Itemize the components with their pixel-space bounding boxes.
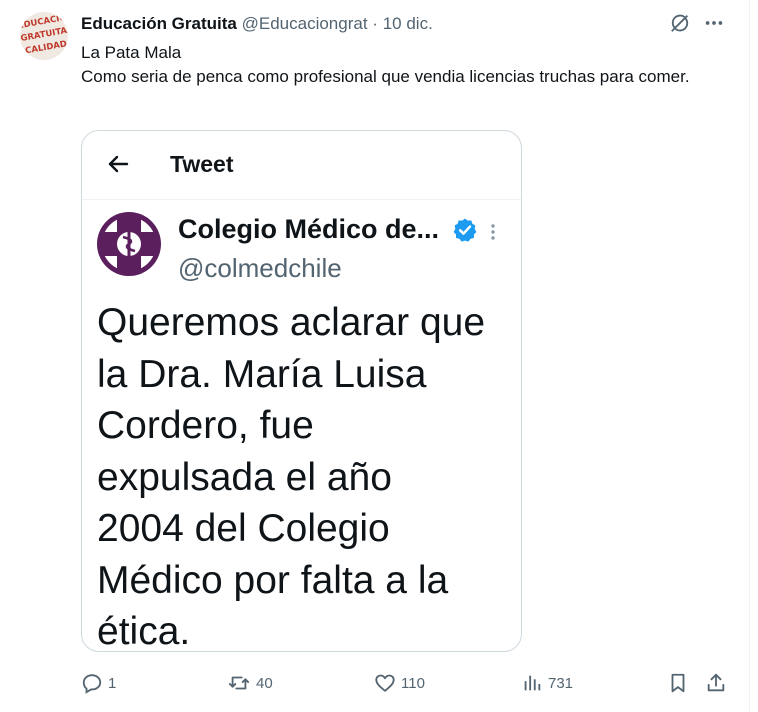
back-arrow-icon — [106, 152, 130, 181]
screenshot-title: Tweet — [170, 151, 234, 177]
bookmark-icon — [667, 672, 689, 694]
action-bar: 1 40 110 731 — [81, 668, 731, 698]
tweet-header: Educación Gratuita @Educaciongrat · 10 d… — [81, 13, 433, 35]
reply-button[interactable]: 1 — [81, 668, 116, 698]
tweet-date[interactable]: 10 dic. — [383, 14, 433, 33]
tweet-text-line: La Pata Mala — [81, 43, 182, 62]
retweet-icon — [227, 672, 251, 694]
author-name[interactable]: Educación Gratuita — [81, 14, 237, 33]
views-count: 731 — [548, 674, 574, 692]
reply-icon — [81, 672, 103, 694]
quoted-text-line: 2004 del Colegio — [97, 507, 390, 550]
share-icon — [705, 672, 727, 694]
kebab-icon — [490, 223, 496, 246]
quoted-account-handle: @colmedchile — [178, 253, 342, 283]
share-button[interactable] — [705, 668, 727, 698]
like-icon — [374, 672, 396, 694]
avatar[interactable]: EDUCACIÓN GRATUITA CALIDAD — [20, 12, 68, 60]
screenshot-header: Tweet — [82, 131, 521, 200]
views-icon — [521, 672, 543, 694]
quoted-tweet-text: Queremos aclarar que la Dra. María Luisa… — [97, 297, 507, 652]
tweet-text-line: Como seria de penca como profesional que… — [81, 67, 690, 86]
grok-icon[interactable] — [669, 12, 691, 34]
avatar-logo-text: EDUCACIÓN GRATUITA CALIDAD — [20, 12, 68, 57]
quoted-text-line: expulsada el año — [97, 455, 392, 499]
retweet-button[interactable]: 40 — [227, 668, 273, 698]
quoted-text-line: Queremos aclarar que — [97, 301, 486, 344]
tweet-text: La Pata Mala Como seria de penca como pr… — [81, 41, 721, 89]
author-handle[interactable]: @Educaciongrat — [242, 14, 368, 33]
reply-count: 1 — [108, 674, 117, 692]
retweet-count: 40 — [256, 674, 273, 692]
top-icons — [669, 12, 725, 34]
quoted-account-name: Colegio Médico de... — [178, 214, 440, 244]
quoted-text-line: Cordero, fue — [97, 404, 314, 447]
verified-badge-icon — [452, 217, 478, 248]
tweet: EDUCACIÓN GRATUITA CALIDAD Educación Gra… — [0, 0, 750, 712]
views-button[interactable]: 731 — [521, 668, 573, 698]
like-count: 110 — [401, 674, 425, 692]
quoted-text-line: Médico por falta a la — [97, 558, 449, 602]
separator-dot: · — [372, 14, 378, 33]
colegio-medico-logo — [96, 211, 162, 277]
more-icon[interactable] — [703, 12, 725, 34]
bookmark-button[interactable] — [667, 668, 689, 698]
quoted-text-line: ética. — [97, 610, 191, 652]
like-button[interactable]: 110 — [374, 668, 425, 698]
attached-screenshot[interactable]: Tweet Colegio Médico de... @colmedchile … — [81, 130, 522, 652]
quoted-text-line: la Dra. María Luisa — [97, 352, 427, 396]
